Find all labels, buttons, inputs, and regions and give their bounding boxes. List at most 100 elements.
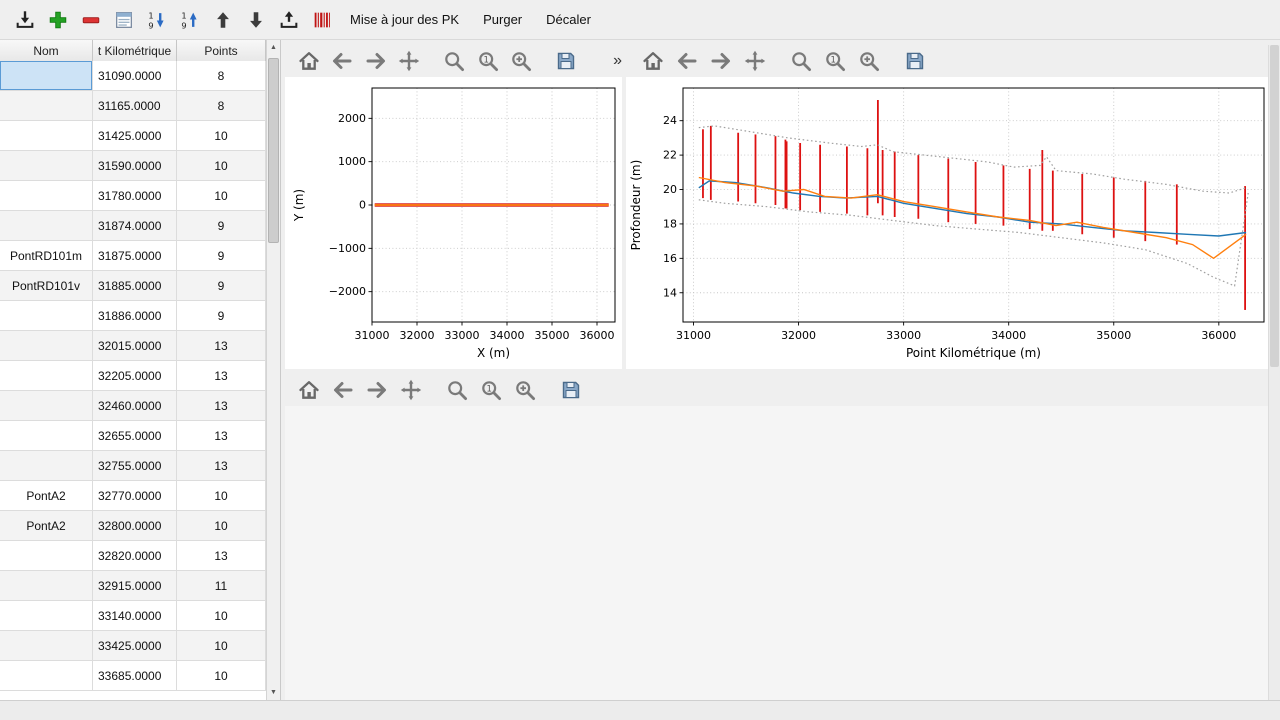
cell-pk[interactable]: 31885.0000 [93,271,177,301]
profile-plot-canvas[interactable]: 3100032000330003400035000360001416182022… [626,77,1268,369]
cell-nom[interactable] [0,91,93,121]
cell-nom[interactable] [0,571,93,601]
sort-descending-button[interactable] [140,4,173,36]
zoom-button[interactable] [442,48,467,74]
cell-pk[interactable]: 32205.0000 [93,361,177,391]
cell-pk[interactable]: 32655.0000 [93,421,177,451]
cell-pk[interactable]: 31780.0000 [93,181,177,211]
cell-pk[interactable]: 31875.0000 [93,241,177,271]
save-figure-button[interactable] [902,48,928,74]
zoom-in-button[interactable] [512,377,538,403]
cell-pk[interactable]: 32770.0000 [93,481,177,511]
toolbar-overflow-button[interactable]: » [613,48,622,74]
cell-points[interactable]: 10 [177,151,266,181]
cell-points[interactable]: 10 [177,601,266,631]
cell-nom[interactable] [0,151,93,181]
cell-points[interactable]: 13 [177,391,266,421]
column-header-point-kilometrique[interactable]: t Kilométrique [93,40,177,61]
move-up-button[interactable] [206,4,239,36]
purge-button[interactable]: Purger [471,4,534,36]
cell-pk[interactable]: 33425.0000 [93,631,177,661]
cell-pk[interactable]: 31590.0000 [93,151,177,181]
cell-nom[interactable] [0,661,93,691]
cell-pk[interactable]: 31425.0000 [93,121,177,151]
forward-button[interactable] [708,48,734,74]
pan-button[interactable] [396,48,421,74]
cell-points[interactable]: 10 [177,121,266,151]
cell-nom[interactable]: PontRD101m [0,241,93,271]
right-scrollbar-thumb[interactable] [1270,45,1279,367]
table-scrollbar-thumb[interactable] [268,58,279,243]
scroll-up-icon[interactable]: ▲ [267,40,280,55]
cell-points[interactable]: 8 [177,91,266,121]
export-button[interactable] [272,4,305,36]
shift-button[interactable]: Décaler [534,4,603,36]
cell-points[interactable]: 9 [177,271,266,301]
home-button[interactable] [640,48,666,74]
cell-nom[interactable] [0,121,93,151]
cell-points[interactable]: 10 [177,511,266,541]
cell-pk[interactable]: 33140.0000 [93,601,177,631]
cell-nom[interactable] [0,541,93,571]
pan-button[interactable] [398,377,424,403]
cell-points[interactable]: 9 [177,211,266,241]
cell-pk[interactable]: 32820.0000 [93,541,177,571]
cell-nom[interactable]: PontA2 [0,511,93,541]
back-button[interactable] [330,377,356,403]
zoom-button[interactable] [444,377,470,403]
cell-nom[interactable] [0,361,93,391]
cell-pk[interactable]: 31090.0000 [93,61,177,91]
pan-button[interactable] [742,48,768,74]
back-button[interactable] [674,48,700,74]
cell-points[interactable]: 13 [177,541,266,571]
forward-button[interactable] [364,377,390,403]
cell-points[interactable]: 8 [177,61,266,91]
cell-points[interactable]: 10 [177,661,266,691]
cell-points[interactable]: 10 [177,631,266,661]
column-header-points[interactable]: Points [177,40,266,61]
zoom-button[interactable] [788,48,814,74]
cell-points[interactable]: 13 [177,361,266,391]
zoom-original-button[interactable] [822,48,848,74]
edit-form-button[interactable] [107,4,140,36]
table-scrollbar[interactable]: ▲ ▼ [266,40,280,700]
cell-pk[interactable]: 31886.0000 [93,301,177,331]
cell-nom[interactable]: PontA2 [0,481,93,511]
cell-pk[interactable]: 33685.0000 [93,661,177,691]
cell-nom[interactable] [0,61,93,91]
cell-pk[interactable]: 31874.0000 [93,211,177,241]
add-row-button[interactable] [41,4,74,36]
sort-ascending-button[interactable] [173,4,206,36]
cell-pk[interactable]: 31165.0000 [93,91,177,121]
cell-points[interactable]: 11 [177,571,266,601]
home-button[interactable] [296,48,321,74]
zoom-original-button[interactable] [475,48,500,74]
update-pk-button[interactable]: Mise à jour des PK [338,4,471,36]
home-button[interactable] [296,377,322,403]
cell-nom[interactable] [0,631,93,661]
cell-points[interactable]: 10 [177,181,266,211]
xy-plot-canvas[interactable]: 310003200033000340003500036000200010000−… [285,77,622,369]
cell-nom[interactable] [0,451,93,481]
remove-row-button[interactable] [74,4,107,36]
save-figure-button[interactable] [554,48,579,74]
cell-nom[interactable] [0,391,93,421]
profiles-button[interactable] [305,4,338,36]
column-header-nom[interactable]: Nom [0,40,93,61]
cell-nom[interactable] [0,181,93,211]
cell-pk[interactable]: 32800.0000 [93,511,177,541]
cell-points[interactable]: 13 [177,331,266,361]
cell-points[interactable]: 13 [177,451,266,481]
cell-nom[interactable] [0,331,93,361]
save-figure-button[interactable] [558,377,584,403]
zoom-in-button[interactable] [856,48,882,74]
cell-pk[interactable]: 32460.0000 [93,391,177,421]
cell-points[interactable]: 9 [177,301,266,331]
zoom-in-button[interactable] [508,48,533,74]
cell-nom[interactable] [0,301,93,331]
scroll-down-icon[interactable]: ▼ [267,685,280,700]
cell-nom[interactable] [0,211,93,241]
cell-pk[interactable]: 32755.0000 [93,451,177,481]
right-scrollbar[interactable] [1268,45,1280,700]
cell-points[interactable]: 9 [177,241,266,271]
